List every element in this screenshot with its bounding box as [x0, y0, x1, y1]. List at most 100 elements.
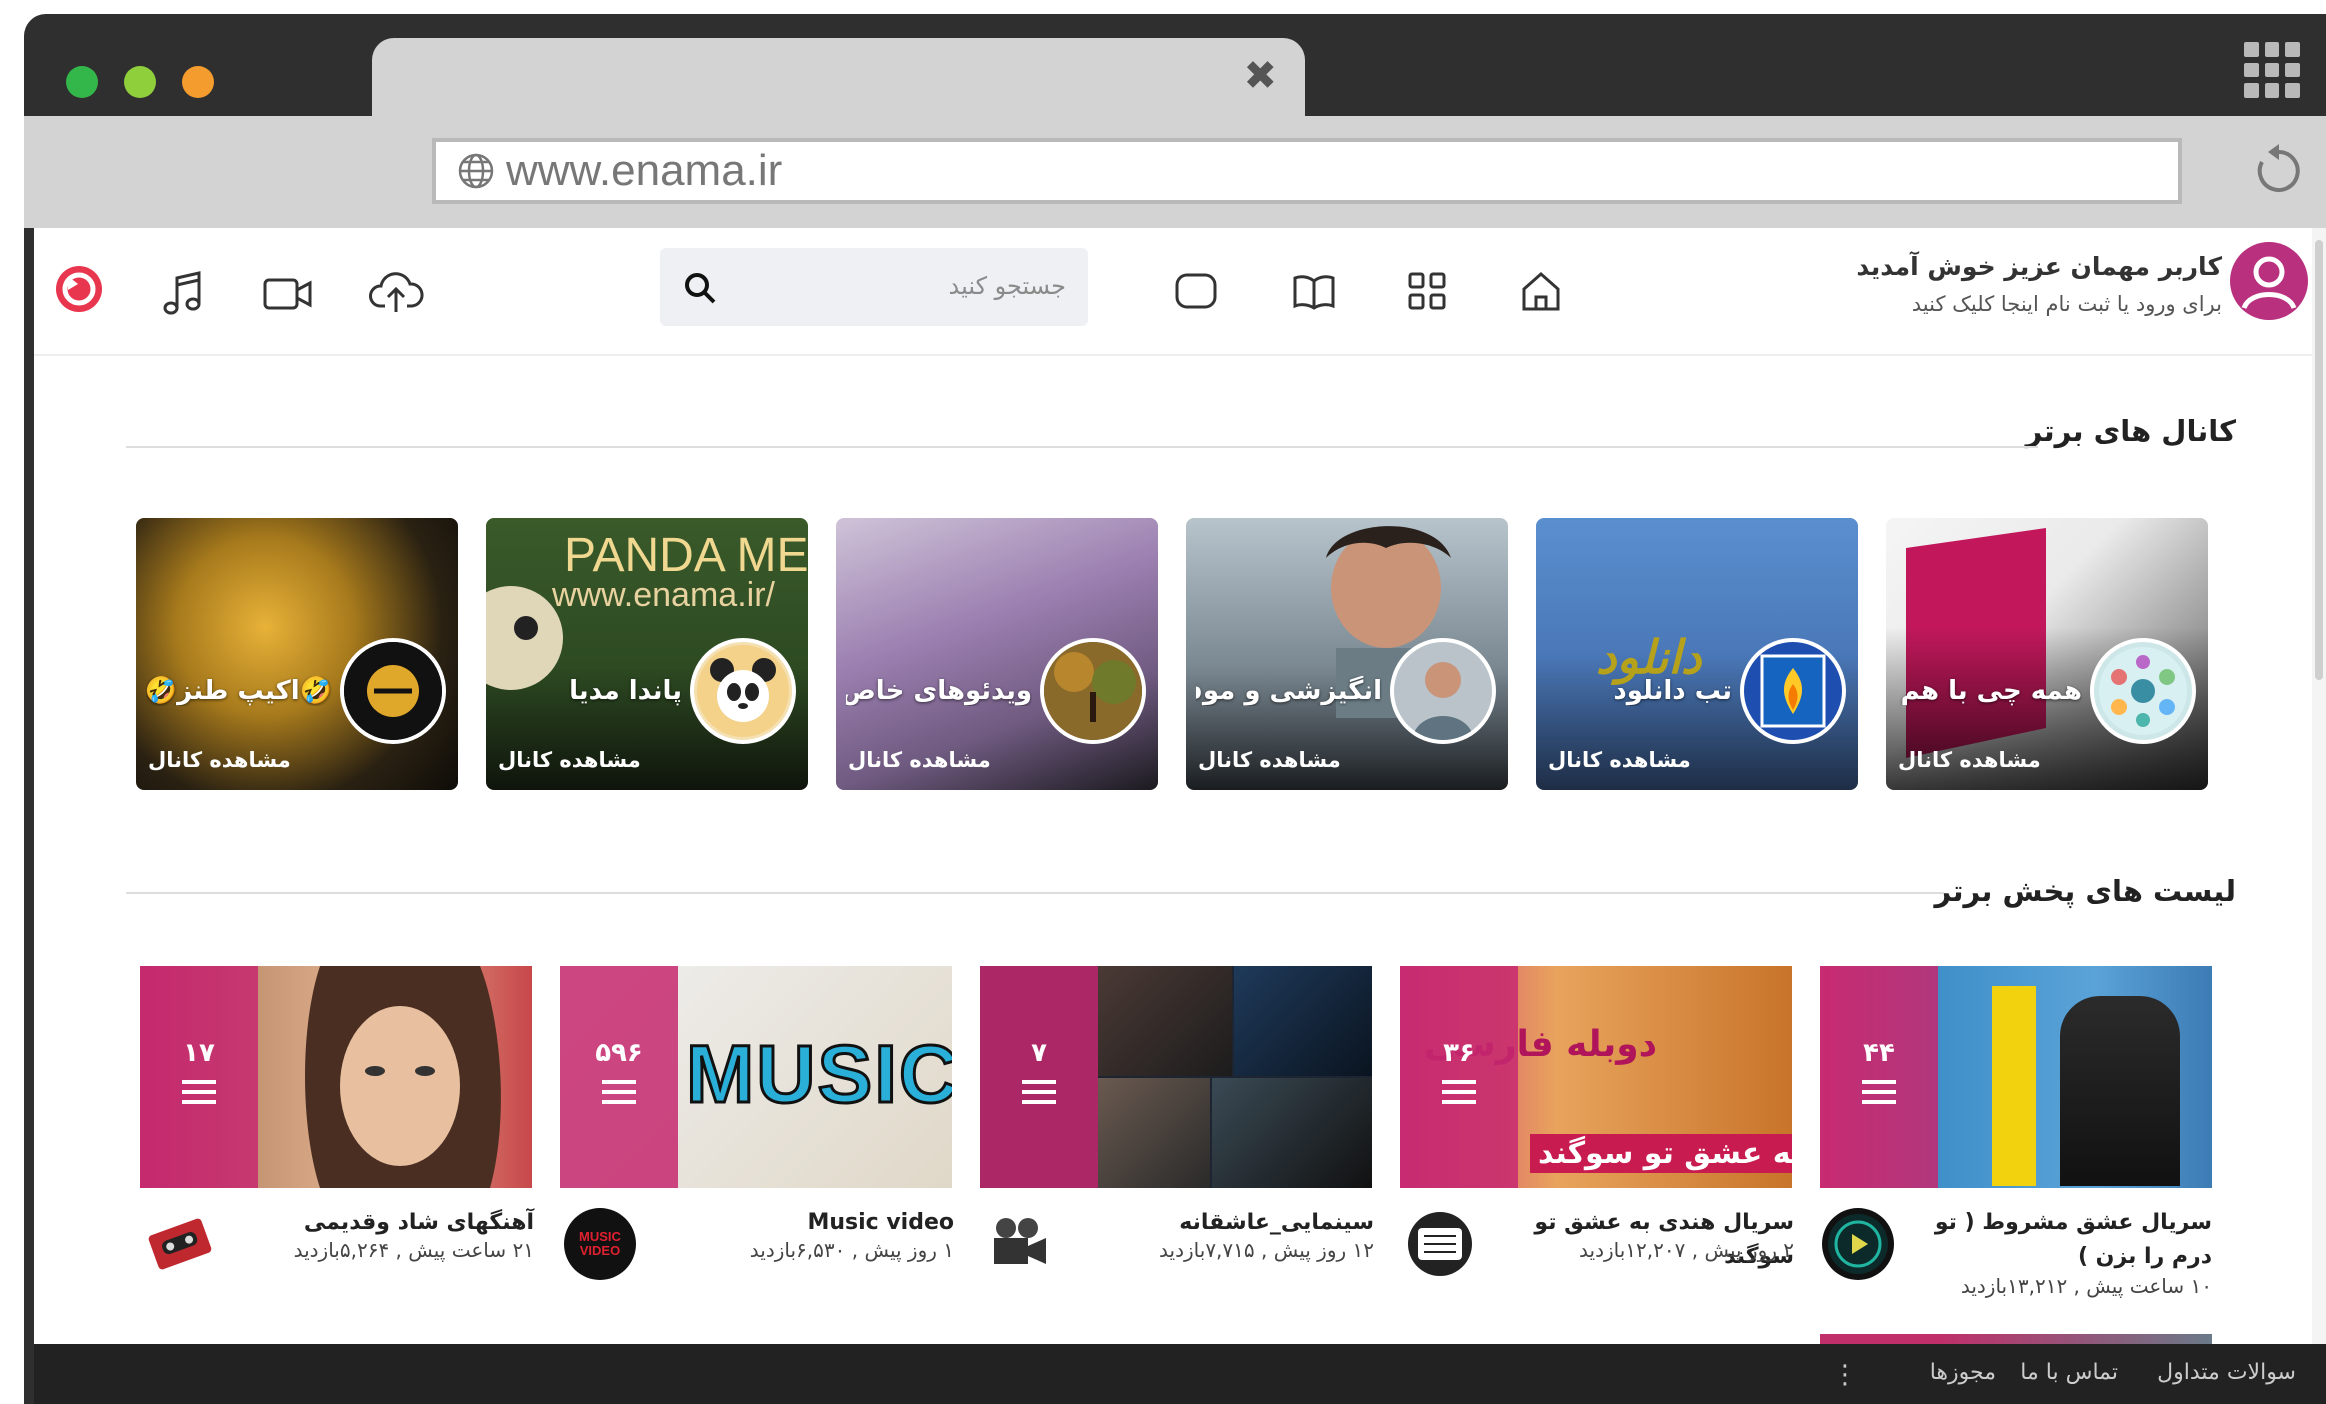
channel-card[interactable]: انگیزشی و موفقی... مشاهده کانال	[1186, 518, 1508, 790]
channel-card[interactable]: دانلود تب دانلود مشاهده کانال	[1536, 518, 1858, 790]
playlist-meta: ۲۱ ساعت پیش , ۵,۲۶۴بازدید	[293, 1238, 534, 1262]
channel-name: 🤣اکیپ طنز🤣	[146, 676, 332, 706]
playlist-channel-icon[interactable]: MUSIC VIDEO	[564, 1208, 636, 1280]
channel-card[interactable]: همه چی با هم ... مشاهده کانال	[1886, 518, 2208, 790]
playlist-count: ۳۶	[1443, 1038, 1475, 1068]
url-field[interactable]: www.enama.ir	[432, 138, 2182, 204]
playlist-meta: ۲ روز پیش , ۱۲,۲۰۷بازدید	[1579, 1238, 1794, 1262]
playlist-cover-art	[2060, 996, 2180, 1186]
playlist-cover-text: MUSIC	[684, 1028, 952, 1122]
view-channel-link[interactable]: مشاهده کانال	[148, 748, 291, 772]
channel-card[interactable]: 🤣اکیپ طنز🤣 مشاهده کانال	[136, 518, 458, 790]
cassette-icon[interactable]	[144, 1208, 216, 1280]
welcome-title: کاربر مهمان عزیز خوش آمدید	[1856, 252, 2222, 281]
channel-avatar	[1740, 638, 1846, 744]
channel-card[interactable]: ویدئوهای خاص... مشاهده کانال	[836, 518, 1158, 790]
top-navigation: جستجو کنید کاربر مهمان عزیز خوش آمدید بر…	[34, 228, 2326, 356]
playlist-cover-art	[1212, 1078, 1372, 1188]
channel-avatar	[2090, 638, 2196, 744]
footer-link-faq[interactable]: سوالات متداول	[2157, 1360, 2296, 1385]
playlist-list-icon	[602, 1080, 636, 1104]
home-icon[interactable]	[1520, 270, 1562, 312]
channel-cover-subtext: www.enama.ir/	[552, 576, 775, 614]
playlist-cover-subtext: به عشق تو سوگند	[1530, 1134, 1792, 1173]
login-link[interactable]: برای ورود یا ثبت نام اینجا کلیک کنید	[1912, 292, 2222, 316]
scrollbar-thumb[interactable]	[2315, 240, 2323, 680]
search-box[interactable]: جستجو کنید	[660, 248, 1088, 326]
channels-divider	[126, 446, 2038, 448]
playlist-thumbnail[interactable]: دوبله فارسی به عشق تو سوگند ۳۶	[1400, 966, 1792, 1188]
channel-name: ویدئوهای خاص...	[846, 676, 1032, 706]
playlist-channel-icon[interactable]	[1822, 1208, 1894, 1280]
window-minimize-button[interactable]	[124, 66, 156, 98]
footer-link-licenses[interactable]: مجوزها	[1930, 1360, 1996, 1385]
playlist-thumbnail[interactable]: ۱۷	[140, 966, 532, 1188]
footer-link-contact[interactable]: تماس با ما	[2020, 1360, 2118, 1385]
playlist-meta: ۱۰ ساعت پیش , ۱۳,۲۱۲بازدید	[1960, 1274, 2212, 1298]
browser-tab[interactable]: ✖	[372, 38, 1305, 120]
upload-icon[interactable]	[368, 268, 424, 316]
url-text: www.enama.ir	[506, 146, 783, 195]
logo-icon[interactable]	[54, 264, 104, 314]
playlists-section-title: لیست های پخش برتر	[1934, 874, 2236, 908]
playlist-meta: ۱۲ روز پیش , ۷,۷۱۵بازدید	[1159, 1238, 1374, 1262]
globe-icon	[458, 153, 494, 189]
view-channel-link[interactable]: مشاهده کانال	[1898, 748, 2041, 772]
playlist-list-icon	[1862, 1080, 1896, 1104]
apps-grid-icon[interactable]	[2244, 42, 2300, 98]
channel-avatar	[1390, 638, 1496, 744]
search-icon[interactable]	[682, 270, 718, 306]
playlist-cover-art	[1098, 1078, 1210, 1188]
playlist-title[interactable]: Music video	[654, 1206, 954, 1240]
playlist-count-band: ۳۶	[1400, 966, 1518, 1188]
book-icon[interactable]	[1292, 272, 1336, 312]
playlist-list-icon	[1442, 1080, 1476, 1104]
playlist-title[interactable]: سریال عشق مشروط ( تو درم را بزن )	[1912, 1206, 2212, 1274]
channels-section-title: کانال های برتر	[2025, 414, 2236, 448]
playlist-thumbnail[interactable]: MUSIC ۵۹۶	[560, 966, 952, 1188]
page-scrollbar[interactable]	[2312, 228, 2326, 1344]
apps-icon[interactable]	[1406, 270, 1448, 312]
channel-avatar	[340, 638, 446, 744]
view-channel-link[interactable]: مشاهده کانال	[1198, 748, 1341, 772]
channel-cover-text: PANDA ME	[564, 529, 808, 582]
view-channel-link[interactable]: مشاهده کانال	[848, 748, 991, 772]
view-channel-link[interactable]: مشاهده کانال	[498, 748, 641, 772]
user-panel[interactable]: کاربر مهمان عزیز خوش آمدید برای ورود یا …	[1848, 242, 2308, 332]
window-close-button[interactable]	[66, 66, 98, 98]
channel-name: تب دانلود	[1613, 676, 1732, 706]
playlist-title[interactable]: سینمایی_عاشقانه	[1074, 1206, 1374, 1240]
playlist-list-icon	[182, 1080, 216, 1104]
channel-name: انگیزشی و موفقی...	[1196, 676, 1382, 706]
channel-avatar	[1040, 638, 1146, 744]
film-reel-icon[interactable]	[984, 1208, 1056, 1280]
close-icon[interactable]: ✖	[1243, 56, 1277, 96]
channel-card[interactable]: PANDA ME www.enama.ir/ پاندا مدیا مشاهده…	[486, 518, 808, 790]
playlist-count-band: ۵۹۶	[560, 966, 678, 1188]
music-icon[interactable]	[162, 270, 202, 318]
chat-icon[interactable]	[1174, 272, 1218, 312]
playlist-meta: ۱ روز پیش , ۶,۵۳۰بازدید	[749, 1238, 954, 1262]
search-input[interactable]: جستجو کنید	[948, 272, 1066, 300]
music-video-logo-text: MUSIC VIDEO	[579, 1229, 621, 1259]
playlist-count-band: ۱۷	[140, 966, 258, 1188]
playlist-title[interactable]: آهنگهای شاد وقدیمی	[234, 1206, 534, 1240]
footer-more-icon[interactable]: ⋮	[1832, 1360, 1858, 1390]
playlist-thumbnail[interactable]: ۴۴	[1820, 966, 2212, 1188]
window-maximize-button[interactable]	[182, 66, 214, 98]
reload-icon[interactable]	[2250, 142, 2308, 200]
playlist-count: ۷	[1031, 1038, 1047, 1068]
playlist-list-icon	[1022, 1080, 1056, 1104]
playlists-divider	[126, 892, 1944, 894]
playlist-cover-art	[1098, 966, 1232, 1076]
address-bar: www.enama.ir	[24, 116, 2326, 228]
playlist-thumbnail[interactable]: ۷	[980, 966, 1372, 1188]
view-channel-link[interactable]: مشاهده کانال	[1548, 748, 1691, 772]
next-playlist-row-peek	[1820, 1334, 2212, 1344]
playlist-channel-icon[interactable]	[1404, 1208, 1476, 1280]
playlist-count-band: ۷	[980, 966, 1098, 1188]
playlist-count: ۴۴	[1863, 1038, 1895, 1068]
channel-name: پاندا مدیا	[569, 676, 682, 706]
video-icon[interactable]	[262, 274, 314, 314]
user-avatar-icon[interactable]	[2230, 242, 2308, 320]
